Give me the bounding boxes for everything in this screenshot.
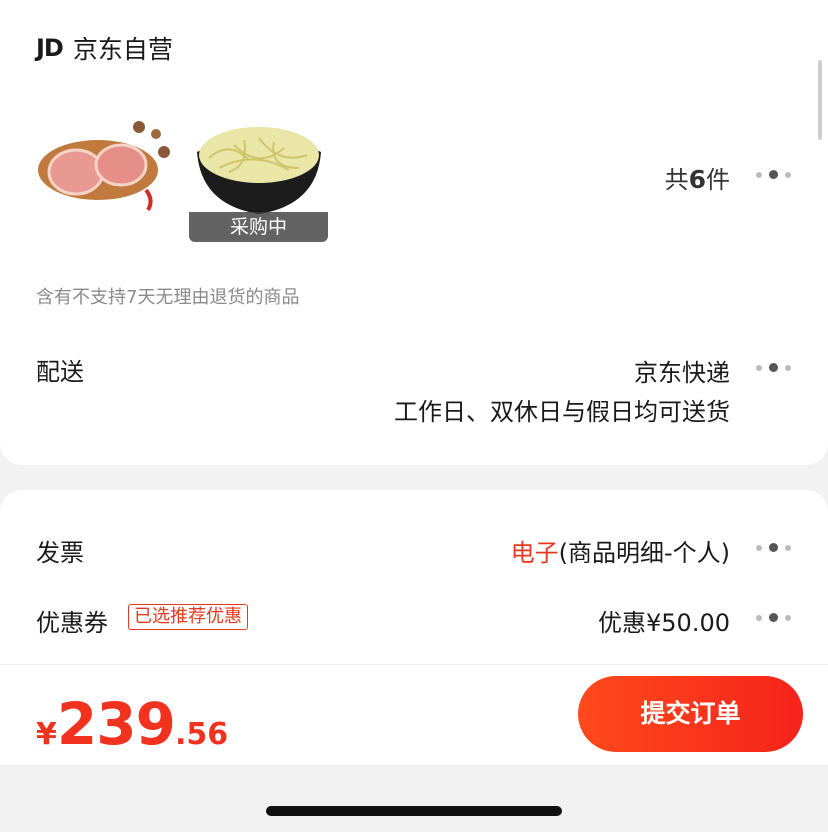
delivery-carrier[interactable]: 京东快递 — [634, 353, 730, 388]
delivery-schedule[interactable]: 工作日、双休日与假日均可送货 — [394, 392, 730, 427]
home-indicator[interactable] — [266, 806, 562, 816]
invoice-more-icon[interactable] — [756, 543, 791, 552]
store-card: JD 京东自营 采购中 共6件 含有不支持7天无理由退货的商品 配送 京东快递 … — [0, 0, 828, 465]
product-image-ham[interactable] — [36, 110, 176, 240]
delivery-more-icon[interactable] — [756, 363, 791, 372]
coupon-value[interactable]: 优惠¥50.00 — [598, 603, 730, 638]
coupon-more-icon[interactable] — [756, 613, 791, 622]
total-price: ¥239.56 — [36, 690, 229, 758]
invoice-type-highlight: 电子 — [510, 539, 559, 567]
items-more-icon[interactable] — [756, 170, 791, 179]
product-image-sprouts[interactable]: 采购中 — [189, 110, 329, 242]
invoice-card — [0, 490, 828, 690]
store-title[interactable]: JD 京东自营 — [36, 30, 173, 66]
item-count[interactable]: 共6件 — [665, 160, 730, 195]
invoice-type-detail: (商品明细-个人) — [558, 539, 730, 567]
store-name: 京东自营 — [72, 35, 173, 64]
return-policy-note: 含有不支持7天无理由退货的商品 — [36, 287, 300, 308]
invoice-label: 发票 — [36, 539, 84, 567]
coupon-label: 优惠券 — [36, 609, 108, 637]
procuring-badge: 采购中 — [189, 212, 328, 242]
submit-order-button[interactable]: 提交订单 — [578, 676, 803, 752]
delivery-label: 配送 — [36, 358, 84, 386]
scrollbar[interactable] — [818, 60, 822, 140]
sprouts-image — [197, 127, 321, 214]
coupon-recommended-tag: 已选推荐优惠 — [128, 604, 248, 630]
jd-logo: JD — [36, 34, 64, 62]
ham-image — [38, 121, 170, 212]
invoice-type[interactable]: 电子(商品明细-个人) — [511, 533, 730, 568]
